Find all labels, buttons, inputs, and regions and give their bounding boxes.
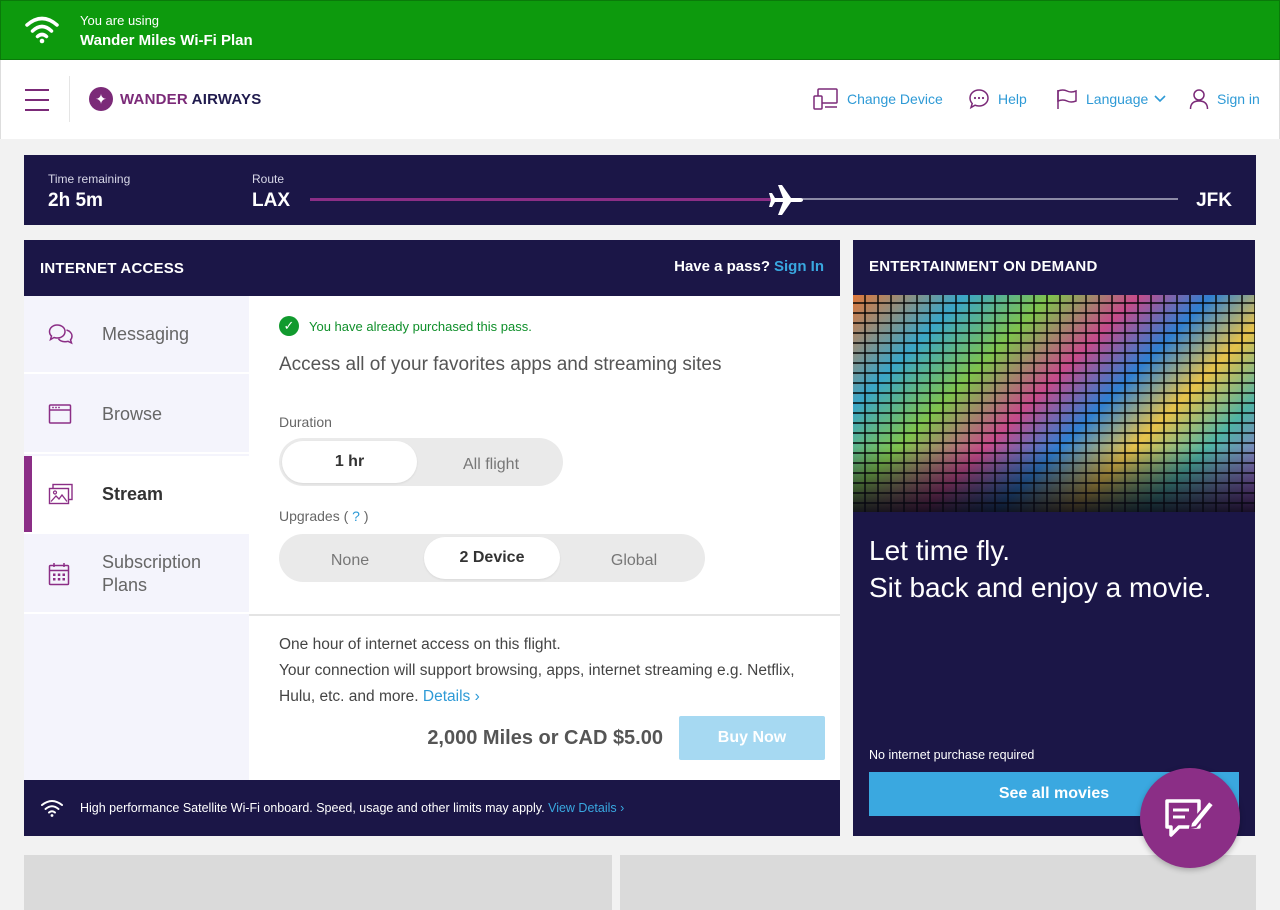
stream-pass-panel: ✓ You have already purchased this pass. … bbox=[249, 296, 840, 780]
pass-headline: Access all of your favorites apps and st… bbox=[279, 354, 722, 375]
check-circle-icon: ✓ bbox=[279, 316, 299, 336]
chat-bubble-icon bbox=[969, 89, 989, 110]
entertainment-tagline: Let time fly. Sit back and enjoy a movie… bbox=[869, 532, 1211, 606]
change-device-label: Change Device bbox=[847, 91, 943, 107]
duration-label: Duration bbox=[279, 414, 332, 430]
tagline-line-1: Let time fly. bbox=[869, 535, 1011, 566]
video-wall-image bbox=[853, 295, 1255, 512]
sidebar-item-stream[interactable]: Stream bbox=[24, 456, 249, 534]
bottom-card-right bbox=[620, 855, 1256, 910]
user-icon bbox=[1189, 89, 1209, 110]
internet-access-header: INTERNET ACCESS Have a pass? Sign In bbox=[24, 240, 840, 296]
chat-icon bbox=[48, 324, 73, 345]
upgrade-option-none[interactable]: None bbox=[282, 540, 418, 582]
compose-message-icon bbox=[1165, 799, 1216, 837]
internet-access-title: INTERNET ACCESS bbox=[40, 260, 185, 277]
description-line-2-text: Your connection will support browsing, a… bbox=[279, 662, 795, 705]
pass-sign-in-link[interactable]: Sign In bbox=[774, 258, 824, 275]
brand-logo[interactable]: ✦ WANDER AIRWAYS bbox=[89, 87, 261, 111]
sidebar-label-stream: Stream bbox=[102, 483, 164, 504]
sidebar-label-messaging: Messaging bbox=[102, 323, 190, 344]
calendar-icon bbox=[48, 563, 70, 586]
upgrades-help-link[interactable]: ? bbox=[352, 508, 360, 524]
upgrades-label-text: Upgrades ( bbox=[279, 508, 349, 524]
upgrade-option-global[interactable]: Global bbox=[566, 540, 702, 582]
help-link[interactable]: Help bbox=[968, 88, 1027, 110]
sidebar-label-subscription-plans: Subscription Plans bbox=[102, 552, 202, 595]
site-header: ✦ WANDER AIRWAYS Change Device Help Lang… bbox=[0, 60, 1280, 139]
upgrades-label: Upgrades ( ? ) bbox=[279, 508, 369, 524]
banner-plan-name: Wander Miles Wi-Fi Plan bbox=[80, 32, 253, 49]
have-pass-text: Have a pass? bbox=[674, 258, 770, 275]
sidebar-label-browse: Browse bbox=[102, 403, 163, 424]
purchased-notice: ✓ You have already purchased this pass. bbox=[279, 316, 532, 336]
time-remaining-label: Time remaining bbox=[48, 172, 131, 186]
route-progress bbox=[310, 198, 787, 201]
wifi-info-text: High performance Satellite Wi-Fi onboard… bbox=[80, 801, 624, 815]
sign-in-link[interactable]: Sign in bbox=[1189, 88, 1260, 110]
access-type-sidebar: Messaging Browse Stream Subscription Pla… bbox=[24, 296, 249, 780]
details-link[interactable]: Details › bbox=[423, 688, 480, 705]
images-icon bbox=[48, 483, 73, 505]
wifi-icon bbox=[41, 800, 63, 817]
header-divider bbox=[69, 76, 70, 122]
sidebar-item-messaging[interactable]: Messaging bbox=[24, 296, 249, 374]
tagline-line-2: Sit back and enjoy a movie. bbox=[869, 572, 1212, 603]
time-remaining-value: 2h 5m bbox=[48, 190, 103, 211]
sign-in-label: Sign in bbox=[1217, 91, 1260, 107]
banner-line1: You are using bbox=[80, 13, 160, 28]
language-dropdown[interactable]: Language bbox=[1056, 88, 1166, 110]
description-line-2: Your connection will support browsing, a… bbox=[279, 658, 819, 710]
brand-name: WANDER AIRWAYS bbox=[120, 91, 261, 108]
feedback-chat-button[interactable] bbox=[1140, 768, 1240, 868]
route-label: Route bbox=[252, 172, 285, 186]
purchased-message: You have already purchased this pass. bbox=[309, 318, 532, 334]
duration-selector: 1 hr All flight bbox=[279, 438, 563, 486]
origin-airport: LAX bbox=[252, 190, 290, 211]
destination-airport: JFK bbox=[1196, 190, 1232, 211]
chevron-down-icon bbox=[1154, 95, 1166, 103]
entertainment-title: ENTERTAINMENT ON DEMAND bbox=[869, 258, 1098, 275]
brand-name-part2: AIRWAYS bbox=[187, 90, 262, 108]
sidebar-item-browse[interactable]: Browse bbox=[24, 376, 249, 454]
change-device-link[interactable]: Change Device bbox=[813, 88, 943, 110]
upgrade-option-2-device[interactable]: 2 Device bbox=[424, 537, 560, 579]
no-purchase-note: No internet purchase required bbox=[869, 748, 1035, 762]
help-label: Help bbox=[998, 91, 1027, 107]
browser-icon bbox=[48, 404, 72, 424]
view-details-link[interactable]: View Details › bbox=[548, 801, 624, 815]
flight-route-bar: Time remaining 2h 5m Route LAX JFK bbox=[24, 155, 1256, 225]
airplane-icon bbox=[769, 185, 803, 215]
wifi-info-footer: High performance Satellite Wi-Fi onboard… bbox=[24, 780, 840, 836]
star-logo-icon: ✦ bbox=[89, 87, 113, 111]
menu-icon[interactable] bbox=[25, 89, 49, 111]
duration-option-1hr[interactable]: 1 hr bbox=[282, 441, 417, 483]
flag-icon bbox=[1057, 89, 1077, 109]
description-line-1: One hour of internet access on this flig… bbox=[279, 636, 561, 653]
language-label: Language bbox=[1086, 91, 1149, 107]
buy-now-button[interactable]: Buy Now bbox=[679, 716, 825, 760]
devices-icon bbox=[813, 88, 838, 110]
wifi-icon bbox=[25, 16, 59, 44]
upgrade-selector: None 2 Device Global bbox=[279, 534, 705, 582]
content-divider bbox=[249, 614, 840, 616]
have-pass-prompt: Have a pass? Sign In bbox=[674, 258, 824, 275]
pass-price: 2,000 Miles or CAD $5.00 bbox=[427, 727, 663, 749]
wifi-plan-banner: You are using Wander Miles Wi-Fi Plan bbox=[0, 0, 1280, 60]
entertainment-panel: ENTERTAINMENT ON DEMAND Let time fly. Si… bbox=[853, 240, 1255, 836]
sidebar-item-subscription-plans[interactable]: Subscription Plans bbox=[24, 536, 249, 614]
duration-option-all-flight[interactable]: All flight bbox=[422, 444, 560, 486]
wifi-info-message: High performance Satellite Wi-Fi onboard… bbox=[80, 801, 545, 815]
bottom-card-left bbox=[24, 855, 612, 910]
upgrades-label-close: ) bbox=[363, 508, 369, 524]
brand-name-part1: WANDER bbox=[120, 90, 188, 108]
pass-description: One hour of internet access on this flig… bbox=[279, 632, 819, 710]
